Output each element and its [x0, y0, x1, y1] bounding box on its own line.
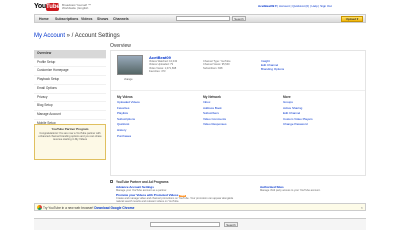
footer: Search: [34, 218, 366, 230]
my-network-heading: My Network: [203, 95, 221, 99]
search-button[interactable]: Search: [232, 16, 246, 21]
sidebar-item-privacy[interactable]: Privacy: [34, 94, 106, 103]
my-videos-heading: My Videos: [117, 95, 133, 99]
my-videos-column: My Videos Uploaded Videos Favorites Play…: [117, 95, 197, 139]
chrome-promo-bar: Try YouTube in a new web browser! Downlo…: [34, 203, 366, 211]
breadcrumb-separator: » /: [65, 33, 75, 39]
footer-search-input[interactable]: [150, 222, 220, 227]
settings-sidebar: Overview Profile Setup Customize Homepag…: [34, 50, 106, 129]
video-responses-link[interactable]: Video Responses: [203, 122, 283, 128]
close-icon[interactable]: ×: [361, 205, 363, 210]
partner-section-heading: YouTube Partner and Ad Programs: [116, 180, 169, 184]
main-navbar: Home Subscriptions Videos Shows Channels…: [34, 14, 366, 23]
advance-account-settings-desc: Manage your YouTube account as a partner…: [116, 189, 167, 192]
chrome-promo-message: Try YouTube in a new web browser!: [43, 206, 95, 210]
branding-options-link[interactable]: Branding Options: [261, 67, 284, 71]
partner-program-box: YouTube Partner Program Congratulations!…: [34, 124, 106, 160]
purchases-link[interactable]: Purchases: [117, 134, 197, 140]
upload-button[interactable]: Upload ▾: [341, 16, 363, 22]
profile-thumbnail[interactable]: [117, 55, 143, 75]
tab-home[interactable]: Home: [39, 17, 49, 21]
sidebar-item-playback-setup[interactable]: Playback Setup: [34, 76, 106, 85]
change-thumbnail-link[interactable]: change: [124, 78, 133, 81]
stat-favorites: Favorites: 473: [149, 70, 166, 74]
breadcrumb-my-account[interactable]: My Account: [34, 33, 65, 39]
sidebar-item-email-options[interactable]: Email Options: [34, 85, 106, 94]
top-header: You Tube Broadcast Yourself ™ Worldwide …: [0, 0, 400, 28]
footer-search-button[interactable]: Search: [224, 222, 238, 227]
more-heading: More: [283, 95, 291, 99]
sidebar-item-profile-setup[interactable]: Profile Setup: [34, 59, 106, 68]
chrome-icon: [37, 205, 42, 210]
sidebar-item-blog-setup[interactable]: Blog Setup: [34, 102, 106, 111]
logo-tube-text: Tube: [46, 3, 60, 11]
breadcrumb-current: Account Settings: [74, 33, 120, 39]
download-chrome-link[interactable]: Download Google Chrome: [94, 206, 134, 210]
tab-subscriptions[interactable]: Subscriptions: [55, 17, 78, 21]
more-column: More Groups Active Sharing Edit Channel …: [283, 95, 363, 128]
account-links: AcetBeat09 ▾ | Account | QuickList (0) |…: [258, 4, 332, 8]
overview-heading: Overview: [110, 43, 131, 49]
tab-videos[interactable]: Videos: [81, 17, 92, 21]
partner-section-toggle[interactable]: [110, 180, 113, 183]
profile-summary: change AcetBeat09 Videos Watched: 10,043…: [111, 51, 365, 91]
sidebar-item-overview[interactable]: Overview: [34, 50, 106, 59]
search-input[interactable]: [176, 16, 230, 21]
stat-subscribers: Subscribers: 848: [203, 66, 223, 70]
user-menu-link[interactable]: AcetBeat09 ▾: [258, 4, 277, 8]
sidebar-item-manage-account[interactable]: Manage Account: [34, 111, 106, 120]
logo-subtitle: Broadcast Yourself ™ Worldwide | English: [62, 3, 91, 10]
change-password-link[interactable]: Change Password: [283, 122, 363, 128]
breadcrumb: My Account » / Account Settings: [34, 33, 120, 39]
partner-program-text: Congratulations! You are now a YouTube p…: [38, 132, 102, 142]
stats-mid: Channel Type: YouTube Channel Views: 95,…: [203, 60, 231, 70]
stats-left: Videos Watched: 10,043 Videos Uploaded: …: [149, 60, 177, 74]
logo-you-text: You: [34, 3, 46, 10]
sidebar-item-customize-homepage[interactable]: Customize Homepage: [34, 67, 106, 77]
my-network-column: My Network Inbox Address Book Subscriber…: [203, 95, 283, 128]
youtube-logo[interactable]: You Tube: [34, 3, 60, 12]
account-nav-links[interactable]: | Account | QuickList (0) | Help | Sign …: [278, 4, 332, 8]
chrome-promo-text: Try YouTube in a new web browser! Downlo…: [43, 206, 134, 210]
authorized-sites-desc: Manage third party access to your YouTub…: [260, 189, 321, 192]
tab-shows[interactable]: Shows: [97, 17, 108, 21]
region-language-link[interactable]: Worldwide | English: [62, 6, 91, 10]
tab-channels[interactable]: Channels: [113, 17, 129, 21]
overview-panel: change AcetBeat09 Videos Watched: 10,043…: [110, 50, 366, 176]
